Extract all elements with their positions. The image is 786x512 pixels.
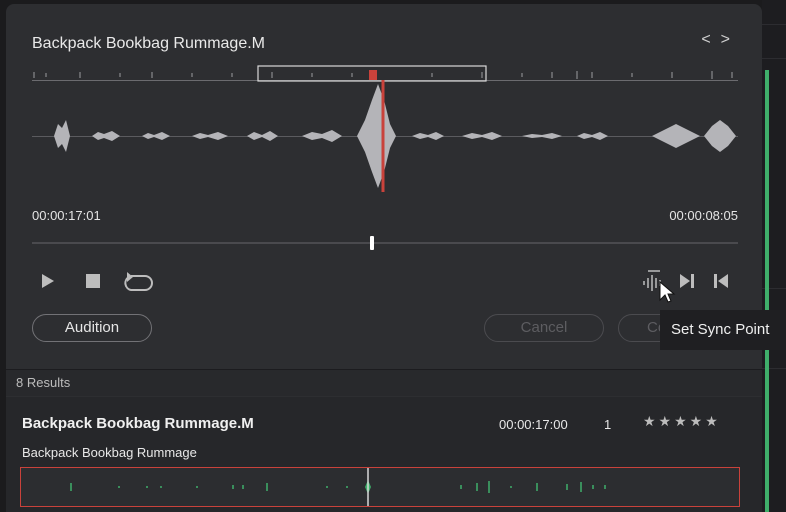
jump-to-end-icon[interactable] <box>678 273 696 289</box>
result-channel: 1 <box>604 417 612 432</box>
stop-icon[interactable] <box>85 273 101 289</box>
audition-button[interactable]: Audition <box>32 314 152 342</box>
cancel-button[interactable]: Cancel <box>484 314 604 342</box>
result-title: Backpack Bookbag Rummage.M <box>22 415 254 432</box>
play-icon[interactable] <box>40 272 56 290</box>
clip-title: Backpack Bookbag Rummage.M <box>32 35 265 52</box>
result-timecode: 00:00:17:00 <box>499 417 568 432</box>
sync-point-tooltip: Set Sync Point <box>660 310 786 350</box>
rating-stars[interactable]: ★★★★★ <box>643 413 721 430</box>
result-waveform[interactable] <box>20 467 740 507</box>
end-timecode: 00:00:08:05 <box>669 208 738 223</box>
main-waveform[interactable] <box>32 80 738 194</box>
result-subtitle: Backpack Bookbag Rummage <box>22 445 197 460</box>
clip-navigation: <> <box>701 31 740 49</box>
overview-playhead <box>369 70 377 80</box>
sync-panel: Backpack Bookbag Rummage.M <> 00:00:17:0… <box>6 4 762 512</box>
results-count: 8 Results <box>6 370 762 396</box>
start-timecode: 00:00:17:01 <box>32 208 101 223</box>
cursor-icon <box>659 280 676 303</box>
next-clip-button[interactable]: > <box>721 31 740 48</box>
previous-clip-button[interactable]: < <box>701 31 720 48</box>
loop-icon[interactable] <box>121 268 155 294</box>
scrub-handle[interactable] <box>370 236 374 250</box>
timeline-track-bar <box>765 70 769 512</box>
scrub-bar[interactable] <box>32 242 738 244</box>
jump-to-start-icon[interactable] <box>712 273 730 289</box>
result-item[interactable]: Backpack Bookbag Rummage.M Backpack Book… <box>6 397 762 512</box>
timeline-background <box>762 0 786 512</box>
